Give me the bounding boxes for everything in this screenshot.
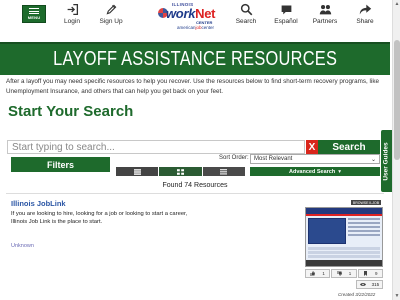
speech-bubble-icon — [281, 5, 291, 15]
grid-view-icon — [176, 168, 184, 175]
scrollbar[interactable]: ▲ ▼ — [392, 0, 400, 300]
chevron-down-icon: ⌄ — [370, 156, 376, 163]
eye-icon — [359, 283, 366, 286]
search-link[interactable]: Search — [228, 3, 264, 25]
chevron-down-icon: ▾ — [338, 168, 341, 175]
sign-up-label: Sign Up — [99, 18, 123, 25]
result-stats: 1 1 9 — [305, 269, 383, 278]
view-toggle-group — [116, 167, 245, 176]
sort-order-label: Sort Order: — [219, 155, 249, 161]
created-date: Created 3/22/2022 — [338, 292, 376, 297]
illinois-worknet-logo[interactable]: ILLINOIS workNet CENTER americanjobcente… — [152, 2, 232, 34]
search-label: Search — [235, 18, 257, 25]
share-label: Share — [356, 18, 374, 25]
scroll-down-arrow-icon[interactable]: ▼ — [394, 293, 400, 299]
top-navigation: MENU Login Sign Up ILLINOIS workNet CENT… — [0, 0, 390, 34]
sign-up-icon — [106, 4, 116, 15]
sign-up-link[interactable]: Sign Up — [93, 3, 129, 25]
result-badge: BROWSE ILJOB — [351, 200, 381, 205]
like-count: 1 — [322, 271, 325, 276]
sort-order-value: Most Relevant — [254, 156, 293, 162]
grid-view-button[interactable] — [159, 167, 202, 176]
partners-link[interactable]: Partners — [307, 3, 343, 25]
espanol-label: Español — [274, 18, 298, 25]
result-title-link[interactable]: Illinois JobLink — [11, 199, 66, 208]
list-view-icon — [133, 168, 141, 175]
result-thumbnail[interactable] — [305, 207, 383, 267]
view-count: 315 — [356, 280, 383, 289]
result-category: Unknown — [11, 243, 34, 249]
search-input[interactable]: Start typing to search... — [7, 140, 305, 154]
filters-button[interactable]: Filters — [11, 157, 110, 172]
result-description: If you are looking to hire, looking for … — [11, 211, 188, 225]
menu-button[interactable]: MENU — [22, 5, 46, 23]
menu-label: MENU — [27, 15, 41, 20]
share-link[interactable]: Share — [347, 3, 383, 25]
search-heading: Start Your Search — [8, 103, 134, 120]
scroll-up-arrow-icon[interactable]: ▲ — [394, 1, 400, 7]
bookmark-count: 9 — [375, 271, 378, 276]
compact-view-button[interactable] — [202, 167, 245, 176]
user-guides-label: User Guides — [383, 141, 391, 181]
list-view-button[interactable] — [116, 167, 159, 176]
share-icon — [359, 4, 371, 15]
user-guides-tab[interactable]: User Guides — [381, 130, 392, 192]
login-icon — [67, 3, 78, 16]
sort-order-select[interactable]: Most Relevant ⌄ — [250, 154, 380, 164]
espanol-link[interactable]: Español — [268, 3, 304, 25]
like-button[interactable]: 1 — [305, 269, 331, 278]
search-button[interactable]: Search — [318, 140, 380, 154]
scrollbar-thumb[interactable] — [394, 40, 400, 160]
thumbs-down-icon — [337, 271, 342, 276]
search-icon — [240, 3, 252, 16]
compact-list-icon — [220, 168, 228, 174]
dislike-count: 1 — [348, 271, 352, 276]
bookmark-icon — [364, 271, 368, 276]
thumbs-up-icon — [310, 271, 316, 276]
dislike-button[interactable]: 1 — [331, 269, 357, 278]
results-count: Found 74 Resources — [162, 182, 228, 189]
page-title: LAYOFF ASSISTANCE RESOURCES — [52, 48, 337, 70]
bookmark-button[interactable]: 9 — [357, 269, 383, 278]
advanced-search-label: Advanced Search — [289, 168, 336, 175]
view-count-value: 315 — [371, 282, 380, 287]
hamburger-icon — [29, 8, 39, 14]
partners-icon — [319, 5, 331, 15]
advanced-search-button[interactable]: Advanced Search ▾ — [250, 167, 380, 176]
clear-search-button[interactable]: X — [306, 140, 318, 154]
divider — [6, 193, 384, 194]
login-link[interactable]: Login — [54, 3, 90, 25]
partners-label: Partners — [312, 18, 338, 25]
login-label: Login — [64, 18, 80, 25]
page-banner: LAYOFF ASSISTANCE RESOURCES — [0, 42, 390, 75]
intro-text: After a layoff you may need specific res… — [6, 78, 379, 95]
